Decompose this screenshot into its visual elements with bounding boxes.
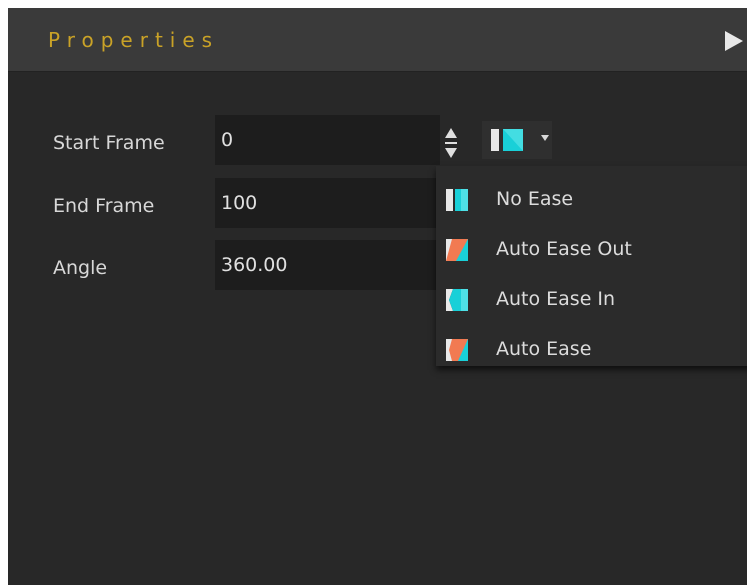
properties-panel: Properties Start Frame 0 End Frame 100 A… (8, 8, 747, 585)
menu-item-auto-ease[interactable]: Auto Ease (436, 326, 747, 376)
chevron-down-icon (541, 135, 549, 141)
no-ease-icon (446, 189, 468, 211)
menu-item-label: Auto Ease In (496, 288, 616, 310)
start-frame-stepper[interactable] (441, 121, 461, 167)
play-icon (725, 31, 743, 51)
start-frame-input[interactable]: 0 (215, 115, 440, 165)
auto-ease-icon (446, 339, 468, 361)
menu-item-label: No Ease (496, 188, 574, 210)
menu-item-auto-ease-out[interactable]: Auto Ease Out (436, 226, 747, 276)
ease-dropdown-menu: No Ease Auto Ease Out Auto Ease In Auto … (436, 166, 747, 366)
end-frame-label: End Frame (53, 195, 155, 217)
menu-item-label: Auto Ease Out (496, 238, 632, 260)
panel-title: Properties (48, 28, 220, 52)
menu-item-no-ease[interactable]: No Ease (436, 176, 747, 226)
panel-header: Properties (8, 8, 747, 72)
angle-input[interactable]: 360.00 (215, 240, 440, 290)
menu-item-label: Auto Ease (496, 338, 592, 360)
ease-type-button[interactable] (482, 121, 552, 159)
auto-ease-out-icon (446, 239, 468, 261)
end-frame-input[interactable]: 100 (215, 178, 440, 228)
step-down-icon[interactable] (445, 148, 457, 158)
start-frame-label: Start Frame (53, 132, 165, 154)
step-up-icon[interactable] (445, 128, 457, 138)
auto-ease-in-icon (446, 289, 468, 311)
angle-label: Angle (53, 257, 108, 279)
play-button[interactable] (723, 30, 747, 52)
menu-item-auto-ease-in[interactable]: Auto Ease In (436, 276, 747, 326)
